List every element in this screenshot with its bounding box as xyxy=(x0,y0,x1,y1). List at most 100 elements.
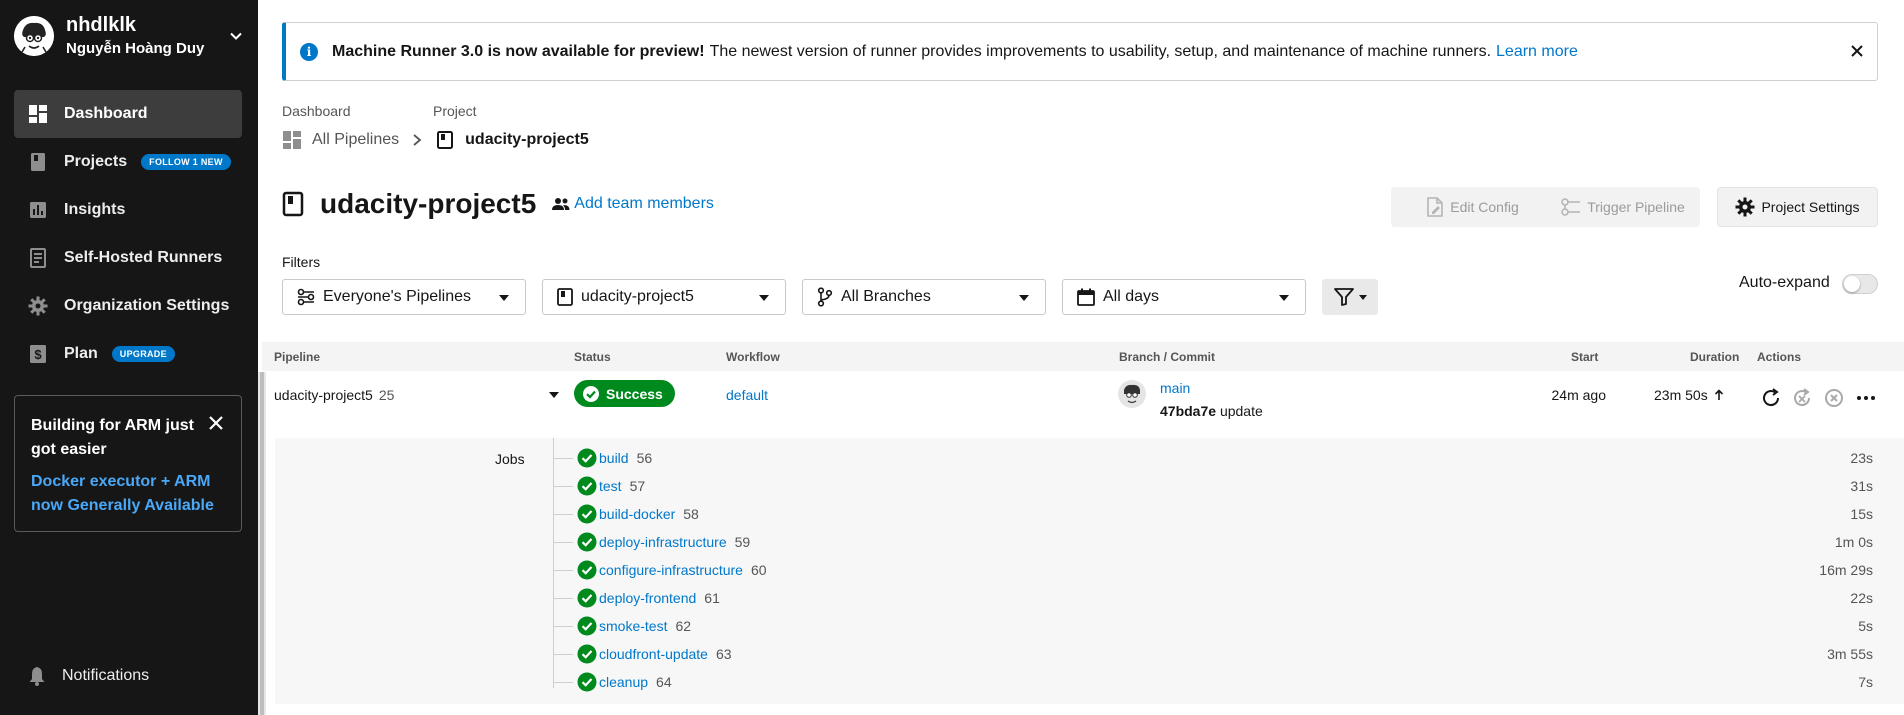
project-settings-button[interactable]: Project Settings xyxy=(1717,187,1878,227)
status-badge[interactable]: Success xyxy=(574,380,675,407)
sidebar-item-self-hosted-runners[interactable]: Self-Hosted Runners xyxy=(14,234,242,282)
advanced-filter-button[interactable] xyxy=(1322,279,1378,315)
job-row[interactable]: cleanup 64 7s xyxy=(553,670,1873,694)
tree-connector xyxy=(553,654,573,655)
table-row[interactable]: udacity-project5 25 Success default main … xyxy=(266,372,1904,438)
project-filter-dropdown[interactable]: udacity-project5 xyxy=(542,279,786,315)
sidebar-nav: Dashboard Projects FOLLOW 1 NEW Insights… xyxy=(14,90,242,378)
job-duration: 16m 29s xyxy=(1819,562,1873,578)
jobs-label: Jobs xyxy=(495,451,525,467)
rerun-failed-button[interactable] xyxy=(1790,386,1814,410)
promo-card: Building for ARM just got easier Docker … xyxy=(14,395,242,532)
job-row[interactable]: deploy-frontend 61 22s xyxy=(553,586,1873,610)
people-icon xyxy=(552,198,570,210)
close-icon[interactable] xyxy=(207,414,225,432)
job-row[interactable]: configure-infrastructure 60 16m 29s xyxy=(553,558,1873,582)
notifications-item[interactable]: Notifications xyxy=(28,666,149,686)
job-row[interactable]: test 57 31s xyxy=(553,474,1873,498)
add-team-label: Add team members xyxy=(574,195,714,212)
user-menu[interactable]: nhdlklk Nguyễn Hoàng Duy xyxy=(14,14,244,58)
job-row[interactable]: build-docker 58 15s xyxy=(553,502,1873,526)
more-actions-button[interactable] xyxy=(1854,386,1878,410)
job-link[interactable]: test xyxy=(599,478,622,494)
job-number: 64 xyxy=(656,674,672,690)
project-header: udacity-project5 Add team members xyxy=(282,188,714,220)
rerun-failed-icon xyxy=(1794,388,1811,407)
sidebar-item-projects[interactable]: Projects FOLLOW 1 NEW xyxy=(14,138,242,186)
pipeline-name[interactable]: udacity-project5 25 xyxy=(274,387,394,403)
breadcrumb-project[interactable]: udacity-project5 xyxy=(465,131,589,149)
sidebar-item-organization-settings[interactable]: Organization Settings xyxy=(14,282,242,330)
job-duration: 1m 0s xyxy=(1834,534,1873,550)
tree-connector xyxy=(553,542,573,543)
commit-info[interactable]: 47bda7e update xyxy=(1160,403,1263,419)
sidebar-item-label: Organization Settings xyxy=(64,297,230,314)
sidebar-item-plan[interactable]: $ Plan UPGRADE xyxy=(14,330,242,378)
start-time: 24m ago xyxy=(1551,387,1606,403)
column-status: Status xyxy=(574,350,611,364)
scrollbar-thumb[interactable] xyxy=(260,372,264,715)
job-link[interactable]: smoke-test xyxy=(599,618,667,634)
file-edit-icon xyxy=(1427,197,1444,217)
job-link[interactable]: configure-infrastructure xyxy=(599,562,743,578)
job-row[interactable]: deploy-infrastructure 59 1m 0s xyxy=(553,530,1873,554)
add-team-members-link[interactable]: Add team members xyxy=(552,195,714,213)
rerun-button[interactable] xyxy=(1759,386,1783,410)
job-link[interactable]: build-docker xyxy=(599,506,675,522)
job-duration: 22s xyxy=(1850,590,1873,606)
edit-config-button[interactable]: Edit Config xyxy=(1391,187,1554,227)
follow-badge[interactable]: FOLLOW 1 NEW xyxy=(141,154,231,170)
promo-link[interactable]: Docker executor + ARM now Generally Avai… xyxy=(31,470,225,518)
project-icon xyxy=(282,191,304,217)
expand-caret-icon[interactable] xyxy=(549,392,559,398)
chevron-right-icon xyxy=(413,134,422,146)
breadcrumb-dashboard-label: Dashboard xyxy=(282,103,351,119)
column-start: Start xyxy=(1571,350,1599,364)
job-duration: 23s xyxy=(1850,450,1873,466)
branches-filter-dropdown[interactable]: All Branches xyxy=(802,279,1046,315)
job-row[interactable]: smoke-test 62 5s xyxy=(553,614,1873,638)
job-link[interactable]: cleanup xyxy=(599,674,648,690)
page-title: udacity-project5 xyxy=(320,188,537,219)
sidebar-item-label: Insights xyxy=(64,201,126,218)
job-link[interactable]: deploy-frontend xyxy=(599,590,696,606)
trigger-pipeline-button[interactable]: Trigger Pipeline xyxy=(1546,187,1700,227)
job-link[interactable]: build xyxy=(599,450,629,466)
job-link[interactable]: cloudfront-update xyxy=(599,646,708,662)
pipeline-number: 25 xyxy=(378,387,395,403)
chevron-down-icon[interactable] xyxy=(228,28,244,44)
sidebar-item-insights[interactable]: Insights xyxy=(14,186,242,234)
pipelines-filter-dropdown[interactable]: Everyone's Pipelines xyxy=(282,279,526,315)
projects-icon xyxy=(28,152,48,172)
workflow-link[interactable]: default xyxy=(726,387,768,403)
job-number: 60 xyxy=(750,562,767,578)
success-icon xyxy=(577,672,597,692)
upgrade-badge[interactable]: UPGRADE xyxy=(111,346,175,362)
close-icon[interactable] xyxy=(1849,43,1865,59)
project-settings-label: Project Settings xyxy=(1761,199,1860,215)
days-filter-dropdown[interactable]: All days xyxy=(1062,279,1306,315)
breadcrumb-all-pipelines[interactable]: All Pipelines xyxy=(312,131,399,149)
job-duration: 31s xyxy=(1850,478,1873,494)
branch-icon xyxy=(817,287,833,307)
cancel-button[interactable] xyxy=(1822,386,1846,410)
more-icon xyxy=(1857,396,1875,400)
auto-expand-toggle[interactable] xyxy=(1842,274,1878,294)
dashboard-icon xyxy=(28,104,48,124)
job-row[interactable]: cloudfront-update 63 3m 55s xyxy=(553,642,1873,666)
job-link[interactable]: deploy-infrastructure xyxy=(599,534,727,550)
tree-connector xyxy=(553,598,573,599)
banner-text: The newest version of runner provides im… xyxy=(709,42,1492,60)
job-number: 59 xyxy=(734,534,751,550)
job-number: 62 xyxy=(675,618,692,634)
tree-connector xyxy=(553,514,573,515)
job-row[interactable]: build 56 23s xyxy=(553,446,1873,470)
tree-connector xyxy=(553,682,573,683)
cancel-icon xyxy=(1825,389,1843,407)
sidebar-item-dashboard[interactable]: Dashboard xyxy=(14,90,242,138)
caret-down-icon xyxy=(499,295,509,301)
branch-link[interactable]: main xyxy=(1160,380,1190,396)
learn-more-link[interactable]: Learn more xyxy=(1496,43,1578,61)
tree-connector xyxy=(553,570,573,571)
job-duration: 3m 55s xyxy=(1827,646,1873,662)
